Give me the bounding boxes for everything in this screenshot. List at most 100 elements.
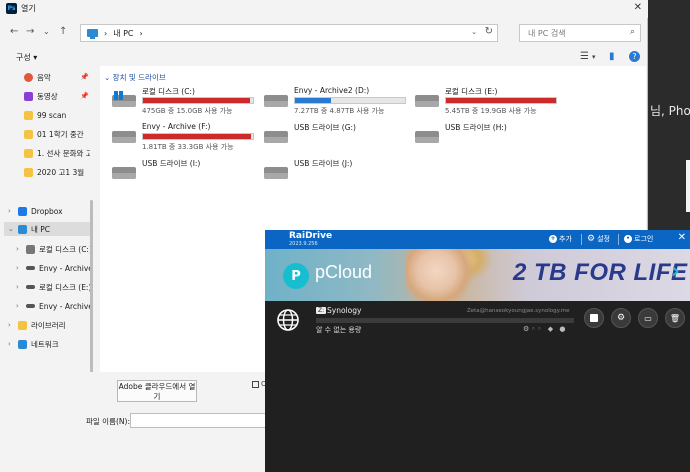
folder-icon	[24, 167, 33, 177]
navpane-scrollbar[interactable]	[90, 200, 93, 380]
nav-item-folder[interactable]: 1. 선사 문화와 고	[24, 146, 90, 160]
nav-item-music[interactable]: 음악	[24, 70, 51, 84]
close-icon[interactable]: ✕	[634, 2, 642, 13]
view-options-icon[interactable]: ☰	[580, 51, 589, 62]
chevron-right-icon[interactable]: ›	[16, 245, 26, 253]
section-header[interactable]: ⌄ 장치 및 드라이브	[104, 72, 166, 83]
folder-open-icon: ▭	[644, 313, 652, 323]
drive-i[interactable]: USB 드라이브 (I:)	[112, 158, 262, 190]
login-button[interactable]: • 로그인	[624, 234, 653, 244]
help-icon[interactable]: ?	[629, 51, 640, 62]
drive-settings-button[interactable]: ⚙	[611, 308, 631, 328]
drive-c[interactable]: 로컬 디스크 (C:) 475GB 중 15.0GB 사용 가능	[112, 86, 262, 118]
drive-usage-fill	[446, 98, 556, 103]
nav-item-libraries[interactable]: › 라이브러리	[8, 318, 66, 332]
raidrive-version: 2023.9.256	[289, 241, 318, 247]
open-from-adobe-cloud-button[interactable]: Adobe 클라우드에서 열기	[117, 380, 197, 402]
option-checkbox[interactable]	[252, 381, 259, 388]
nav-item-drive-d[interactable]: › Envy - Archive	[16, 261, 90, 275]
delete-button[interactable]: 🗑	[665, 308, 685, 328]
section-title: 장치 및 드라이브	[112, 73, 166, 82]
usb-drive-icon	[264, 131, 288, 143]
drive-g[interactable]: USB 드라이브 (G:)	[264, 122, 414, 154]
pcloud-brand: pCloud	[315, 262, 373, 282]
pcloud-ad-banner[interactable]: P pCloud 2 TB FOR LIFE ›	[265, 249, 690, 301]
nav-item-network[interactable]: › 네트워크	[8, 337, 59, 351]
view-dropdown-icon[interactable]: ▾	[592, 53, 596, 61]
mounted-drive-row[interactable]: Z: Synology Zeta@hanseokyoungjae.synolog…	[265, 305, 690, 345]
refresh-icon[interactable]: ↻	[485, 26, 493, 37]
nav-item-drive-f[interactable]: › Envy - Archive	[16, 299, 90, 313]
nav-item-label: 1. 선사 문화와 고	[37, 148, 90, 158]
stop-button[interactable]	[584, 308, 604, 328]
settings-button[interactable]: ⚙ 설정	[587, 234, 610, 244]
nav-item-label: 네트워크	[31, 339, 59, 349]
drive-j[interactable]: USB 드라이브 (J:)	[264, 158, 414, 190]
nav-item-folder[interactable]: 01 1학기 중간	[24, 127, 84, 141]
chevron-down-icon[interactable]: ⌄	[104, 73, 113, 82]
drive-name: USB 드라이브 (H:)	[445, 123, 507, 132]
drive-h[interactable]: USB 드라이브 (H:)	[415, 122, 565, 154]
chevron-right-icon[interactable]: ›	[16, 283, 26, 291]
drive-usage-fill	[143, 134, 251, 139]
nav-item-label: Dropbox	[31, 206, 63, 216]
back-arrow-icon[interactable]: ←	[10, 26, 18, 37]
drive-usage-fill	[295, 98, 332, 103]
close-icon[interactable]: ✕	[678, 232, 686, 243]
drive-d[interactable]: Envy - Archive2 (D:) 7.27TB 중 4.87TB 사용 …	[264, 86, 414, 118]
chevron-right-icon[interactable]: ›	[8, 321, 18, 329]
search-icon[interactable]: ⌕	[630, 27, 635, 37]
chevron-down-icon[interactable]: ⌄	[8, 225, 18, 233]
drive-icon	[415, 95, 439, 107]
drive-e[interactable]: 로컬 디스크 (E:) 5.45TB 중 19.9GB 사용 가능	[415, 86, 565, 118]
forward-arrow-icon[interactable]: →	[26, 26, 34, 37]
raidrive-title: RaiDrive	[289, 231, 333, 241]
recent-locations-dropdown-icon[interactable]: ⌄	[43, 27, 50, 36]
address-bar[interactable]: › 내 PC › ⌄ ↻	[80, 24, 498, 42]
chevron-right-icon[interactable]: ›	[16, 302, 26, 310]
nav-item-folder[interactable]: 2020 고1 3월	[24, 165, 84, 179]
organize-menu-button[interactable]: 구성 ▾	[16, 52, 37, 63]
nav-item-dropbox[interactable]: › Dropbox	[8, 204, 63, 218]
chevron-right-icon[interactable]: ›	[8, 207, 18, 215]
nav-item-label: 로컬 디스크 (E:)	[39, 282, 90, 292]
nav-item-drive-c[interactable]: › 로컬 디스크 (C:)	[16, 242, 90, 256]
up-arrow-icon[interactable]: ↑	[59, 26, 67, 37]
nav-item-label: 01 1학기 중간	[37, 129, 84, 139]
nav-item-label: Envy - Archive	[39, 263, 90, 273]
stop-icon	[590, 314, 598, 322]
drive-f[interactable]: Envy - Archive (F:) 1.81TB 중 33.3GB 사용 가…	[112, 122, 262, 154]
filename-input[interactable]	[130, 413, 270, 428]
drive-name: Envy - Archive2 (D:)	[294, 86, 370, 95]
drive-icon	[112, 131, 136, 143]
address-chevron[interactable]: ›	[140, 29, 143, 38]
chevron-right-icon[interactable]: ›	[16, 264, 26, 272]
address-location[interactable]: 내 PC	[113, 28, 133, 39]
nav-item-label: 동영상	[37, 91, 58, 101]
background-text: 님, Photo	[650, 104, 690, 118]
drive-icon	[264, 95, 288, 107]
nav-item-this-pc[interactable]: ⌄ 내 PC	[4, 222, 90, 236]
usb-drive-icon	[415, 131, 439, 143]
folder-icon	[24, 110, 33, 120]
nav-item-label: 99 scan	[37, 110, 67, 120]
chevron-right-icon[interactable]: ›	[8, 340, 18, 348]
open-folder-button[interactable]: ▭	[638, 308, 658, 328]
drive-icon	[26, 285, 35, 289]
nav-item-videos[interactable]: 동영상	[24, 89, 58, 103]
chevron-right-icon[interactable]: ›	[671, 259, 680, 284]
drive-status-icons: ⚙◦◦ ◆ ●	[523, 325, 568, 333]
nav-item-drive-e[interactable]: › 로컬 디스크 (E:)	[16, 280, 90, 294]
login-label: 로그인	[634, 235, 654, 243]
dropbox-icon	[18, 206, 27, 216]
nav-item-99-scan[interactable]: 99 scan	[24, 108, 66, 122]
drive-usage-bar	[294, 97, 406, 104]
drive-free-space: 5.45TB 중 19.9GB 사용 가능	[445, 107, 537, 115]
drive-name: Synology	[327, 306, 362, 315]
pin-icon: 📌	[80, 73, 89, 81]
address-dropdown-icon[interactable]: ⌄	[471, 28, 477, 36]
add-button[interactable]: + 추가	[549, 234, 572, 244]
menu-separator	[618, 234, 619, 245]
preview-pane-icon[interactable]: ▮	[609, 51, 615, 62]
search-input[interactable]: 내 PC 검색 ⌕	[519, 24, 641, 42]
